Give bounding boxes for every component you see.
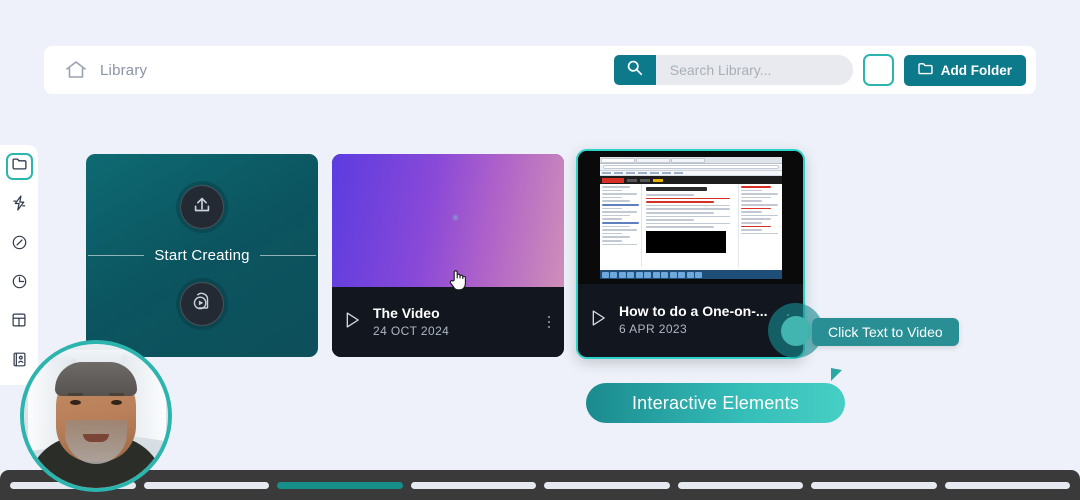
folder-icon bbox=[918, 62, 933, 78]
tooltip-click-text-to-video: Click Text to Video bbox=[812, 318, 959, 346]
presenter-brow-right bbox=[109, 393, 124, 396]
record-button[interactable] bbox=[180, 282, 224, 326]
video-thumbnail[interactable] bbox=[578, 151, 803, 284]
video-date: 6 APR 2023 bbox=[619, 321, 688, 336]
kebab-dot bbox=[547, 315, 550, 319]
presenter-brow-left bbox=[68, 393, 83, 396]
site-logo bbox=[601, 177, 624, 183]
video-card-footer: The Video 24 OCT 2024 bbox=[332, 287, 564, 357]
pill-pointer-icon bbox=[831, 368, 842, 381]
search-input[interactable] bbox=[655, 55, 853, 85]
video-meta: How to do a One-on-... 6 APR 2023 bbox=[619, 302, 768, 338]
divider-line-right bbox=[259, 255, 316, 256]
breadcrumb[interactable]: Library bbox=[64, 59, 147, 81]
kebab-dot bbox=[547, 320, 550, 324]
screenshot-preview bbox=[599, 157, 782, 279]
progress-segment-active[interactable] bbox=[277, 481, 403, 489]
search-bar[interactable] bbox=[613, 55, 853, 85]
presenter-eye-right bbox=[111, 400, 122, 405]
add-folder-label: Add Folder bbox=[940, 62, 1012, 78]
page-aside bbox=[737, 184, 782, 267]
divider-line-left bbox=[88, 255, 145, 256]
browser-tab bbox=[600, 158, 635, 163]
clock-icon bbox=[12, 274, 27, 294]
video-card[interactable]: The Video 24 OCT 2024 bbox=[332, 154, 564, 357]
play-icon[interactable] bbox=[590, 309, 607, 332]
presenter-mouth bbox=[83, 434, 109, 442]
home-icon bbox=[64, 59, 88, 81]
sidebar-item-clock[interactable] bbox=[6, 270, 33, 297]
outline-action-button[interactable] bbox=[862, 54, 894, 86]
start-creating-card[interactable]: Start Creating bbox=[86, 154, 318, 357]
page-sidebar bbox=[600, 184, 642, 267]
upload-button[interactable] bbox=[180, 185, 224, 229]
progress-segment[interactable] bbox=[811, 481, 937, 489]
breadcrumb-label: Library bbox=[100, 61, 148, 79]
sidebar-item-lightning[interactable] bbox=[6, 192, 33, 219]
library-header-bar: Library Add Folder bbox=[44, 46, 1036, 94]
click-highlight-dot bbox=[780, 315, 811, 346]
add-folder-button[interactable]: Add Folder bbox=[903, 54, 1026, 86]
progress-segment[interactable] bbox=[544, 481, 670, 489]
search-icon bbox=[626, 59, 643, 81]
play-icon[interactable] bbox=[344, 311, 361, 334]
presenter-webcam bbox=[20, 340, 172, 492]
video-meta: The Video 24 OCT 2024 bbox=[373, 304, 449, 340]
header-actions: Add Folder bbox=[613, 54, 1026, 86]
sidebar-item-folder[interactable] bbox=[5, 153, 33, 180]
browser-tab bbox=[635, 158, 670, 163]
browser-tab bbox=[670, 158, 705, 163]
sidebar-item-compass[interactable] bbox=[6, 231, 33, 258]
interactive-elements-banner: Interactive Elements bbox=[586, 383, 845, 423]
sidebar-item-grid[interactable] bbox=[6, 309, 33, 336]
kebab-dot bbox=[547, 325, 550, 329]
browser-titlebar bbox=[599, 157, 782, 164]
page-body bbox=[599, 184, 782, 267]
record-play-icon bbox=[190, 290, 214, 319]
presenter-eye-left bbox=[70, 400, 81, 405]
progress-segment[interactable] bbox=[410, 481, 536, 489]
os-taskbar bbox=[599, 270, 782, 279]
url-pill bbox=[602, 165, 779, 169]
kebab-menu-icon[interactable] bbox=[547, 315, 550, 329]
hand-cursor-icon bbox=[448, 268, 468, 297]
video-title: How to do a One-on-... bbox=[619, 302, 768, 319]
folder-icon bbox=[11, 157, 27, 176]
presenter-hair bbox=[55, 362, 137, 396]
video-date: 24 OCT 2024 bbox=[373, 323, 450, 338]
page-content bbox=[642, 184, 738, 267]
video-title: The Video bbox=[373, 304, 440, 321]
lightning-icon bbox=[12, 195, 27, 216]
compass-icon bbox=[12, 235, 27, 255]
progress-segment[interactable] bbox=[677, 481, 803, 489]
upload-icon bbox=[191, 194, 213, 221]
grid-icon bbox=[12, 313, 26, 332]
start-creating-label: Start Creating bbox=[154, 247, 250, 264]
site-brandbar bbox=[599, 176, 782, 184]
search-button[interactable] bbox=[613, 55, 656, 85]
progress-segment[interactable] bbox=[944, 481, 1070, 489]
thumbnail-speck bbox=[452, 215, 458, 221]
start-creating-divider: Start Creating bbox=[86, 247, 318, 264]
embedded-video-box bbox=[645, 230, 727, 253]
